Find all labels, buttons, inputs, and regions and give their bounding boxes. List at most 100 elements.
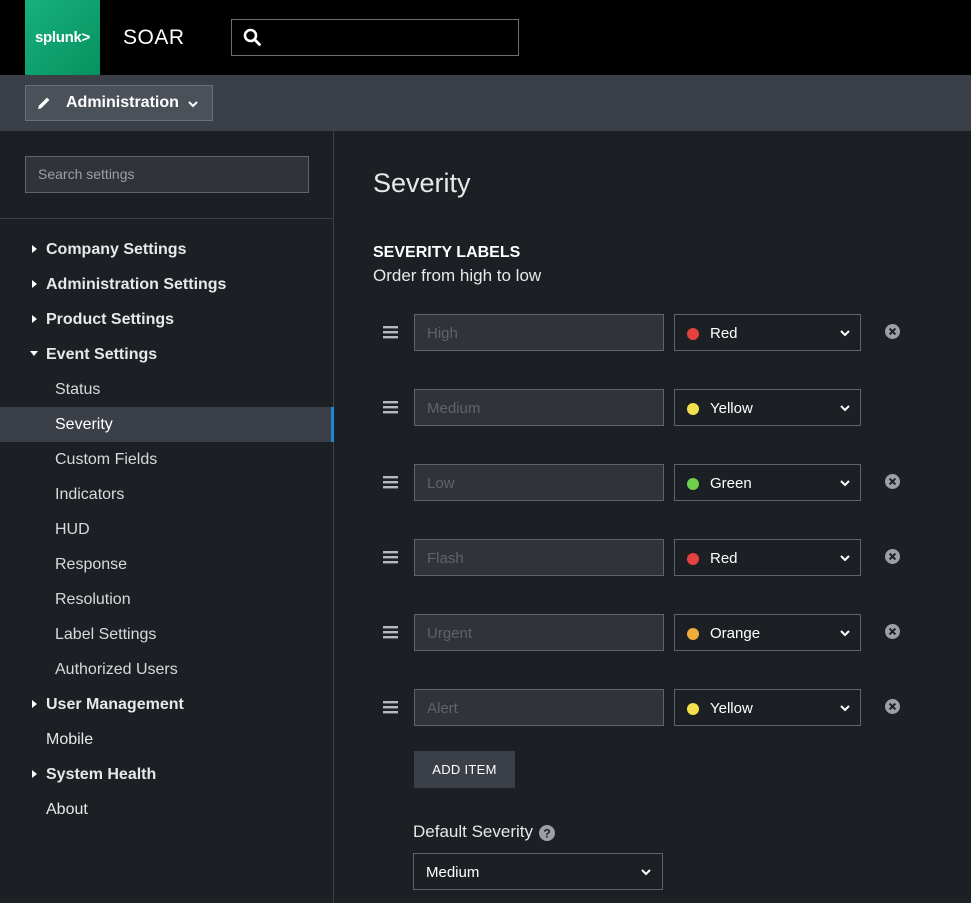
color-dot xyxy=(687,703,699,715)
chevron-down-icon xyxy=(840,705,850,712)
help-icon[interactable]: ? xyxy=(539,825,555,841)
severity-name-input[interactable]: High xyxy=(414,314,664,351)
color-dot xyxy=(687,478,699,490)
severity-name-placeholder: High xyxy=(427,325,458,342)
severity-row: Flash Red xyxy=(335,539,971,576)
sidebar-item-label: Label Settings xyxy=(55,625,157,643)
sidebar-item-label: Indicators xyxy=(55,485,125,503)
color-dot xyxy=(687,553,699,565)
severity-name-input[interactable]: Flash xyxy=(414,539,664,576)
severity-color-select[interactable]: Red xyxy=(674,314,861,351)
drag-handle-icon[interactable] xyxy=(383,700,398,714)
color-dot xyxy=(687,328,699,340)
sidebar-item-label: System Health xyxy=(46,765,157,783)
chevron-down-icon xyxy=(840,405,850,412)
sidebar-item-label: User Management xyxy=(46,695,184,713)
search-settings-placeholder: Search settings xyxy=(38,166,135,182)
drag-handle-icon[interactable] xyxy=(383,475,398,489)
remove-icon[interactable] xyxy=(885,549,900,564)
chevron-down-icon xyxy=(840,555,850,562)
chevron-down-icon xyxy=(840,330,850,337)
caret-right-icon xyxy=(32,315,37,323)
remove-icon[interactable] xyxy=(885,624,900,639)
default-severity-value: Medium xyxy=(426,864,480,881)
sidebar-item-system-health[interactable]: System Health xyxy=(0,757,334,792)
add-item-button[interactable]: ADD ITEM xyxy=(414,751,515,788)
search-settings-input[interactable]: Search settings xyxy=(25,156,309,193)
remove-icon[interactable] xyxy=(885,324,900,339)
sidebar-item-product-settings[interactable]: Product Settings xyxy=(0,302,334,337)
sidebar-item-custom-fields[interactable]: Custom Fields xyxy=(0,442,334,477)
chevron-down-icon xyxy=(840,480,850,487)
chevron-down-icon xyxy=(641,869,651,876)
sidebar-item-label: HUD xyxy=(55,520,90,538)
sidebar-item-about[interactable]: About xyxy=(0,792,334,827)
logo-text: splunk> xyxy=(35,29,90,46)
caret-down-icon xyxy=(30,351,38,356)
caret-right-icon xyxy=(32,245,37,253)
section-subtitle: Order from high to low xyxy=(373,266,542,285)
sidebar-item-severity[interactable]: Severity xyxy=(0,407,334,442)
context-bar: Administration xyxy=(0,75,971,131)
severity-color-select[interactable]: Orange xyxy=(674,614,861,651)
severity-name-input[interactable]: Alert xyxy=(414,689,664,726)
sidebar-item-status[interactable]: Status xyxy=(0,372,334,407)
chevron-down-icon xyxy=(188,101,198,108)
sidebar-item-label: Authorized Users xyxy=(55,660,178,678)
sidebar-item-label: Resolution xyxy=(55,590,131,608)
sidebar-item-mobile[interactable]: Mobile xyxy=(0,722,334,757)
severity-name-input[interactable]: Urgent xyxy=(414,614,664,651)
sidebar-item-event-settings[interactable]: Event Settings xyxy=(0,337,334,372)
caret-right-icon xyxy=(32,700,37,708)
remove-icon[interactable] xyxy=(885,699,900,714)
sidebar-item-label: Custom Fields xyxy=(55,450,158,468)
sidebar-item-hud[interactable]: HUD xyxy=(0,512,334,547)
sidebar-item-label-settings[interactable]: Label Settings xyxy=(0,617,334,652)
sidebar-item-label: Status xyxy=(55,380,101,398)
severity-name-input[interactable]: Medium xyxy=(414,389,664,426)
sidebar-item-user-management[interactable]: User Management xyxy=(0,687,334,722)
severity-color-select[interactable]: Red xyxy=(674,539,861,576)
sidebar-item-label: Response xyxy=(55,555,128,573)
severity-name-input[interactable]: Low xyxy=(414,464,664,501)
severity-row: Medium Yellow xyxy=(335,389,971,426)
settings-sidebar: Search settings Company Settings Administ… xyxy=(0,131,334,903)
splunk-logo[interactable]: splunk> xyxy=(25,0,100,75)
sidebar-item-resolution[interactable]: Resolution xyxy=(0,582,334,617)
severity-row: Low Green xyxy=(335,464,971,501)
administration-menu-button[interactable]: Administration xyxy=(25,85,213,121)
sidebar-item-administration-settings[interactable]: Administration Settings xyxy=(0,267,334,302)
severity-name-placeholder: Flash xyxy=(427,550,464,567)
severity-color-value: Green xyxy=(710,475,752,492)
severity-color-value: Red xyxy=(710,325,738,342)
sidebar-item-authorized-users[interactable]: Authorized Users xyxy=(0,652,334,687)
chevron-down-icon xyxy=(840,630,850,637)
severity-color-select[interactable]: Yellow xyxy=(674,389,861,426)
sidebar-item-company-settings[interactable]: Company Settings xyxy=(0,232,334,267)
severity-color-select[interactable]: Yellow xyxy=(674,689,861,726)
sidebar-item-label: Administration Settings xyxy=(46,275,227,293)
caret-right-icon xyxy=(32,280,37,288)
drag-handle-icon[interactable] xyxy=(383,625,398,639)
drag-handle-icon[interactable] xyxy=(383,325,398,339)
remove-icon[interactable] xyxy=(885,474,900,489)
severity-color-select[interactable]: Green xyxy=(674,464,861,501)
severity-color-value: Orange xyxy=(710,625,761,642)
sidebar-item-label: Company Settings xyxy=(46,240,187,258)
sidebar-divider xyxy=(0,218,334,219)
severity-name-placeholder: Low xyxy=(427,475,455,492)
default-severity-select[interactable]: Medium xyxy=(413,853,663,890)
drag-handle-icon[interactable] xyxy=(383,400,398,414)
default-severity-label: Default Severity xyxy=(413,822,533,841)
sidebar-item-label: Product Settings xyxy=(46,310,175,328)
drag-handle-icon[interactable] xyxy=(383,550,398,564)
sidebar-item-indicators[interactable]: Indicators xyxy=(0,477,334,512)
search-icon xyxy=(243,28,261,46)
severity-row: Urgent Orange xyxy=(335,614,971,651)
section-title: SEVERITY LABELS xyxy=(373,244,521,261)
severity-color-value: Yellow xyxy=(710,400,753,417)
sidebar-item-response[interactable]: Response xyxy=(0,547,334,582)
global-search-input[interactable] xyxy=(231,19,519,56)
severity-color-value: Yellow xyxy=(710,700,753,717)
main-content: Severity SEVERITY LABELS Order from high… xyxy=(335,131,971,903)
